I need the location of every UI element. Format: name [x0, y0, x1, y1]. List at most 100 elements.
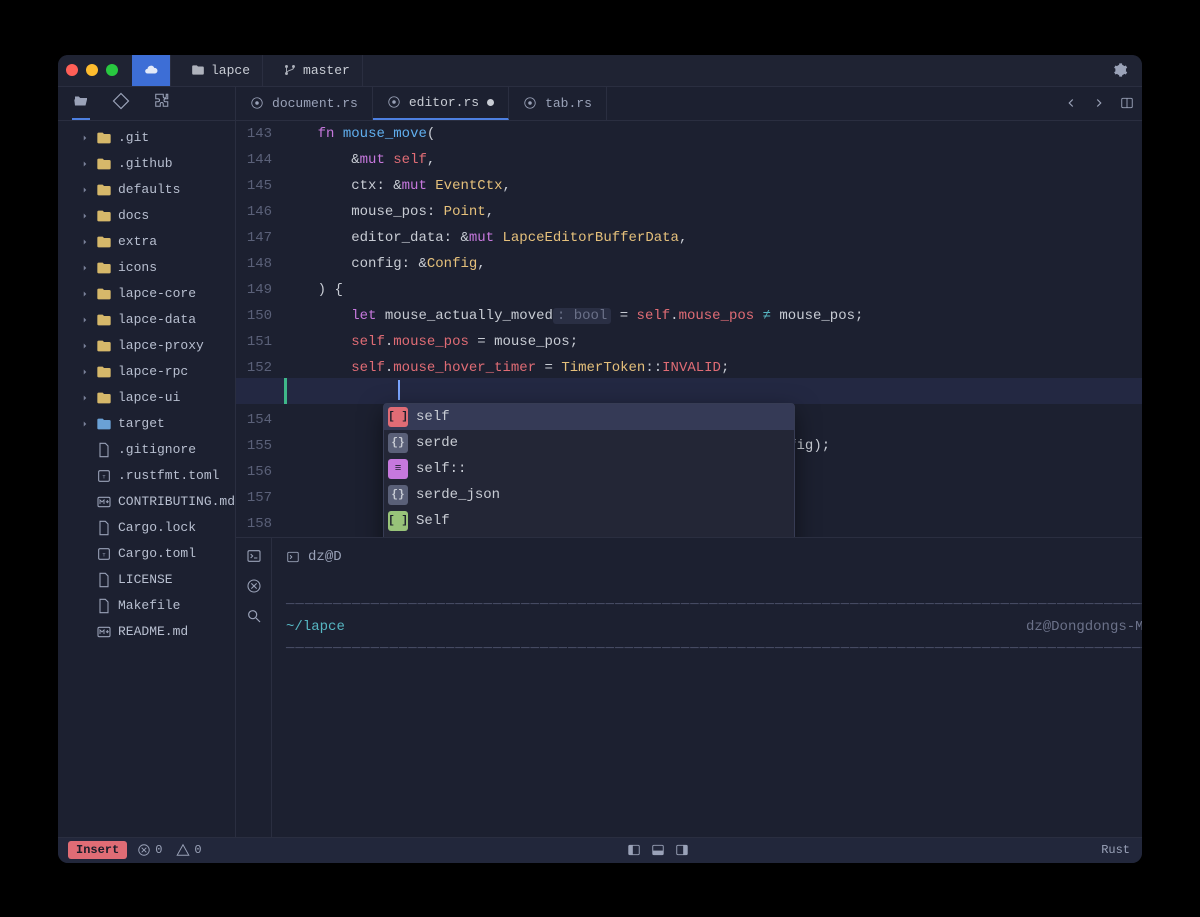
code-line[interactable]: 149 ) { — [236, 277, 1142, 303]
nav-forward-icon[interactable] — [1092, 96, 1106, 110]
code-line[interactable]: 151 self.mouse_pos = mouse_pos; — [236, 329, 1142, 355]
terminal[interactable]: dz@D ───────────────────────────────────… — [272, 538, 1142, 837]
completion-kind-icon: ≡ — [388, 459, 408, 479]
status-center — [216, 843, 1102, 857]
rust-file-icon — [250, 96, 264, 110]
status-errors[interactable]: 0 — [137, 843, 162, 857]
git-branch-icon — [283, 63, 297, 77]
terminal-divider: ────────────────────────────────────────… — [286, 594, 1142, 616]
remote-indicator[interactable] — [132, 55, 171, 87]
line-number: 156 — [236, 459, 284, 485]
tree-folder[interactable]: lapce-ui — [58, 385, 235, 411]
tree-label: README.md — [118, 624, 188, 639]
completion-label: serde — [416, 430, 458, 456]
tab-actions — [1052, 87, 1142, 120]
tree-file[interactable]: LICENSE — [58, 567, 235, 593]
search-icon[interactable] — [246, 608, 262, 624]
editor-tab[interactable]: document.rs — [236, 87, 373, 120]
layout-right-icon[interactable] — [675, 843, 689, 857]
editor-tabs: document.rseditor.rs tab.rs — [236, 87, 1142, 121]
line-number: 144 — [236, 147, 284, 173]
code-line[interactable]: 145 ctx: &mut EventCtx, — [236, 173, 1142, 199]
tree-file[interactable]: TCargo.toml — [58, 541, 235, 567]
split-editor-icon[interactable] — [1120, 96, 1134, 110]
tree-label: lapce-ui — [118, 390, 180, 405]
tree-folder[interactable]: lapce-proxy — [58, 333, 235, 359]
terminal-divider: ────────────────────────────────────────… — [286, 638, 1142, 660]
code-line[interactable]: 148 config: &Config, — [236, 251, 1142, 277]
tree-file[interactable]: Makefile — [58, 593, 235, 619]
source-control-tab[interactable] — [112, 92, 130, 114]
code-line[interactable]: 143 fn mouse_move( — [236, 121, 1142, 147]
layout-bottom-icon[interactable] — [651, 843, 665, 857]
terminal-host: dz@Dongdongs-MBP — [1026, 616, 1142, 638]
line-number: 158 — [236, 511, 284, 537]
tree-label: lapce-proxy — [118, 338, 204, 353]
code-viewport[interactable]: 143 fn mouse_move(144 &mut self,145 ctx:… — [236, 121, 1142, 537]
autocomplete-item[interactable]: [ ]self — [384, 404, 794, 430]
tree-folder[interactable]: docs — [58, 203, 235, 229]
tree-label: lapce-rpc — [118, 364, 188, 379]
autocomplete-item[interactable]: {}serde_json — [384, 482, 794, 508]
extensions-tab[interactable] — [152, 92, 170, 114]
code-line[interactable]: 150 let mouse_actually_moved: bool = sel… — [236, 303, 1142, 329]
autocomplete-popup[interactable]: [ ]self{}serde≡self::{}serde_json[ ]Self… — [383, 403, 795, 537]
editor-tab[interactable]: editor.rs — [373, 87, 509, 120]
explorer-tab[interactable] — [72, 92, 90, 120]
tree-folder[interactable]: defaults — [58, 177, 235, 203]
diamond-icon — [112, 92, 130, 110]
completion-kind-icon: [ ] — [388, 511, 408, 531]
autocomplete-item[interactable]: {}serde — [384, 430, 794, 456]
tree-folder[interactable]: lapce-core — [58, 281, 235, 307]
nav-back-icon[interactable] — [1064, 96, 1078, 110]
settings-icon[interactable] — [1112, 62, 1128, 78]
tab-label: tab.rs — [545, 96, 592, 111]
tree-folder[interactable]: lapce-data — [58, 307, 235, 333]
file-tree[interactable]: .git .github defaults docs extraiconslapce-c… — [58, 121, 235, 837]
autocomplete-item[interactable]: ≡self:: — [384, 456, 794, 482]
status-warnings[interactable]: 0 — [176, 843, 201, 857]
tree-file[interactable]: .gitignore — [58, 437, 235, 463]
minimize-window-button[interactable] — [86, 64, 98, 76]
workspace-tab[interactable]: lapce — [179, 55, 263, 87]
autocomplete-item[interactable]: ⊷Send — [384, 534, 794, 537]
tree-folder[interactable]: .github — [58, 151, 235, 177]
tree-label: .gitignore — [118, 442, 196, 457]
maximize-window-button[interactable] — [106, 64, 118, 76]
tree-folder[interactable]: target — [58, 411, 235, 437]
status-language[interactable]: Rust — [1101, 843, 1130, 857]
problems-icon[interactable] — [246, 578, 262, 594]
close-window-button[interactable] — [66, 64, 78, 76]
svg-text:T: T — [102, 474, 105, 480]
tree-file[interactable]: Cargo.lock — [58, 515, 235, 541]
tree-file[interactable]: CONTRIBUTING.md — [58, 489, 235, 515]
tree-file[interactable]: T.rustfmt.toml — [58, 463, 235, 489]
tree-label: .github — [118, 156, 173, 171]
branch-tab[interactable]: master — [271, 55, 363, 87]
rust-file-icon — [387, 95, 401, 109]
autocomplete-item[interactable]: [ ]Self — [384, 508, 794, 534]
terminal-small-icon — [286, 550, 300, 564]
tree-folder[interactable]: extra — [58, 229, 235, 255]
tree-folder[interactable]: .git — [58, 125, 235, 151]
tree-file[interactable]: README.md — [58, 619, 235, 645]
workspace-name: lapce — [211, 63, 250, 78]
editor-tab[interactable]: tab.rs — [509, 87, 607, 120]
completion-label: self — [416, 404, 450, 430]
tree-folder[interactable]: lapce-rpc — [58, 359, 235, 385]
code-line[interactable]: 146 mouse_pos: Point, — [236, 199, 1142, 225]
gutter-modified-indicator — [284, 378, 287, 404]
terminal-icon[interactable] — [246, 548, 262, 564]
tree-label: docs — [118, 208, 149, 223]
warning-icon — [176, 843, 190, 857]
tree-folder[interactable]: icons — [58, 255, 235, 281]
text-cursor — [398, 380, 400, 400]
line-number: 148 — [236, 251, 284, 277]
terminal-tab[interactable]: dz@D — [286, 546, 1142, 568]
layout-left-icon[interactable] — [627, 843, 641, 857]
code-line[interactable]: 144 &mut self, — [236, 147, 1142, 173]
tree-label: LICENSE — [118, 572, 173, 587]
code-line[interactable]: 147 editor_data: &mut LapceEditorBufferD… — [236, 225, 1142, 251]
line-number: 149 — [236, 277, 284, 303]
main-layout: .git .github defaults docs extraiconslapce-c… — [58, 87, 1142, 837]
